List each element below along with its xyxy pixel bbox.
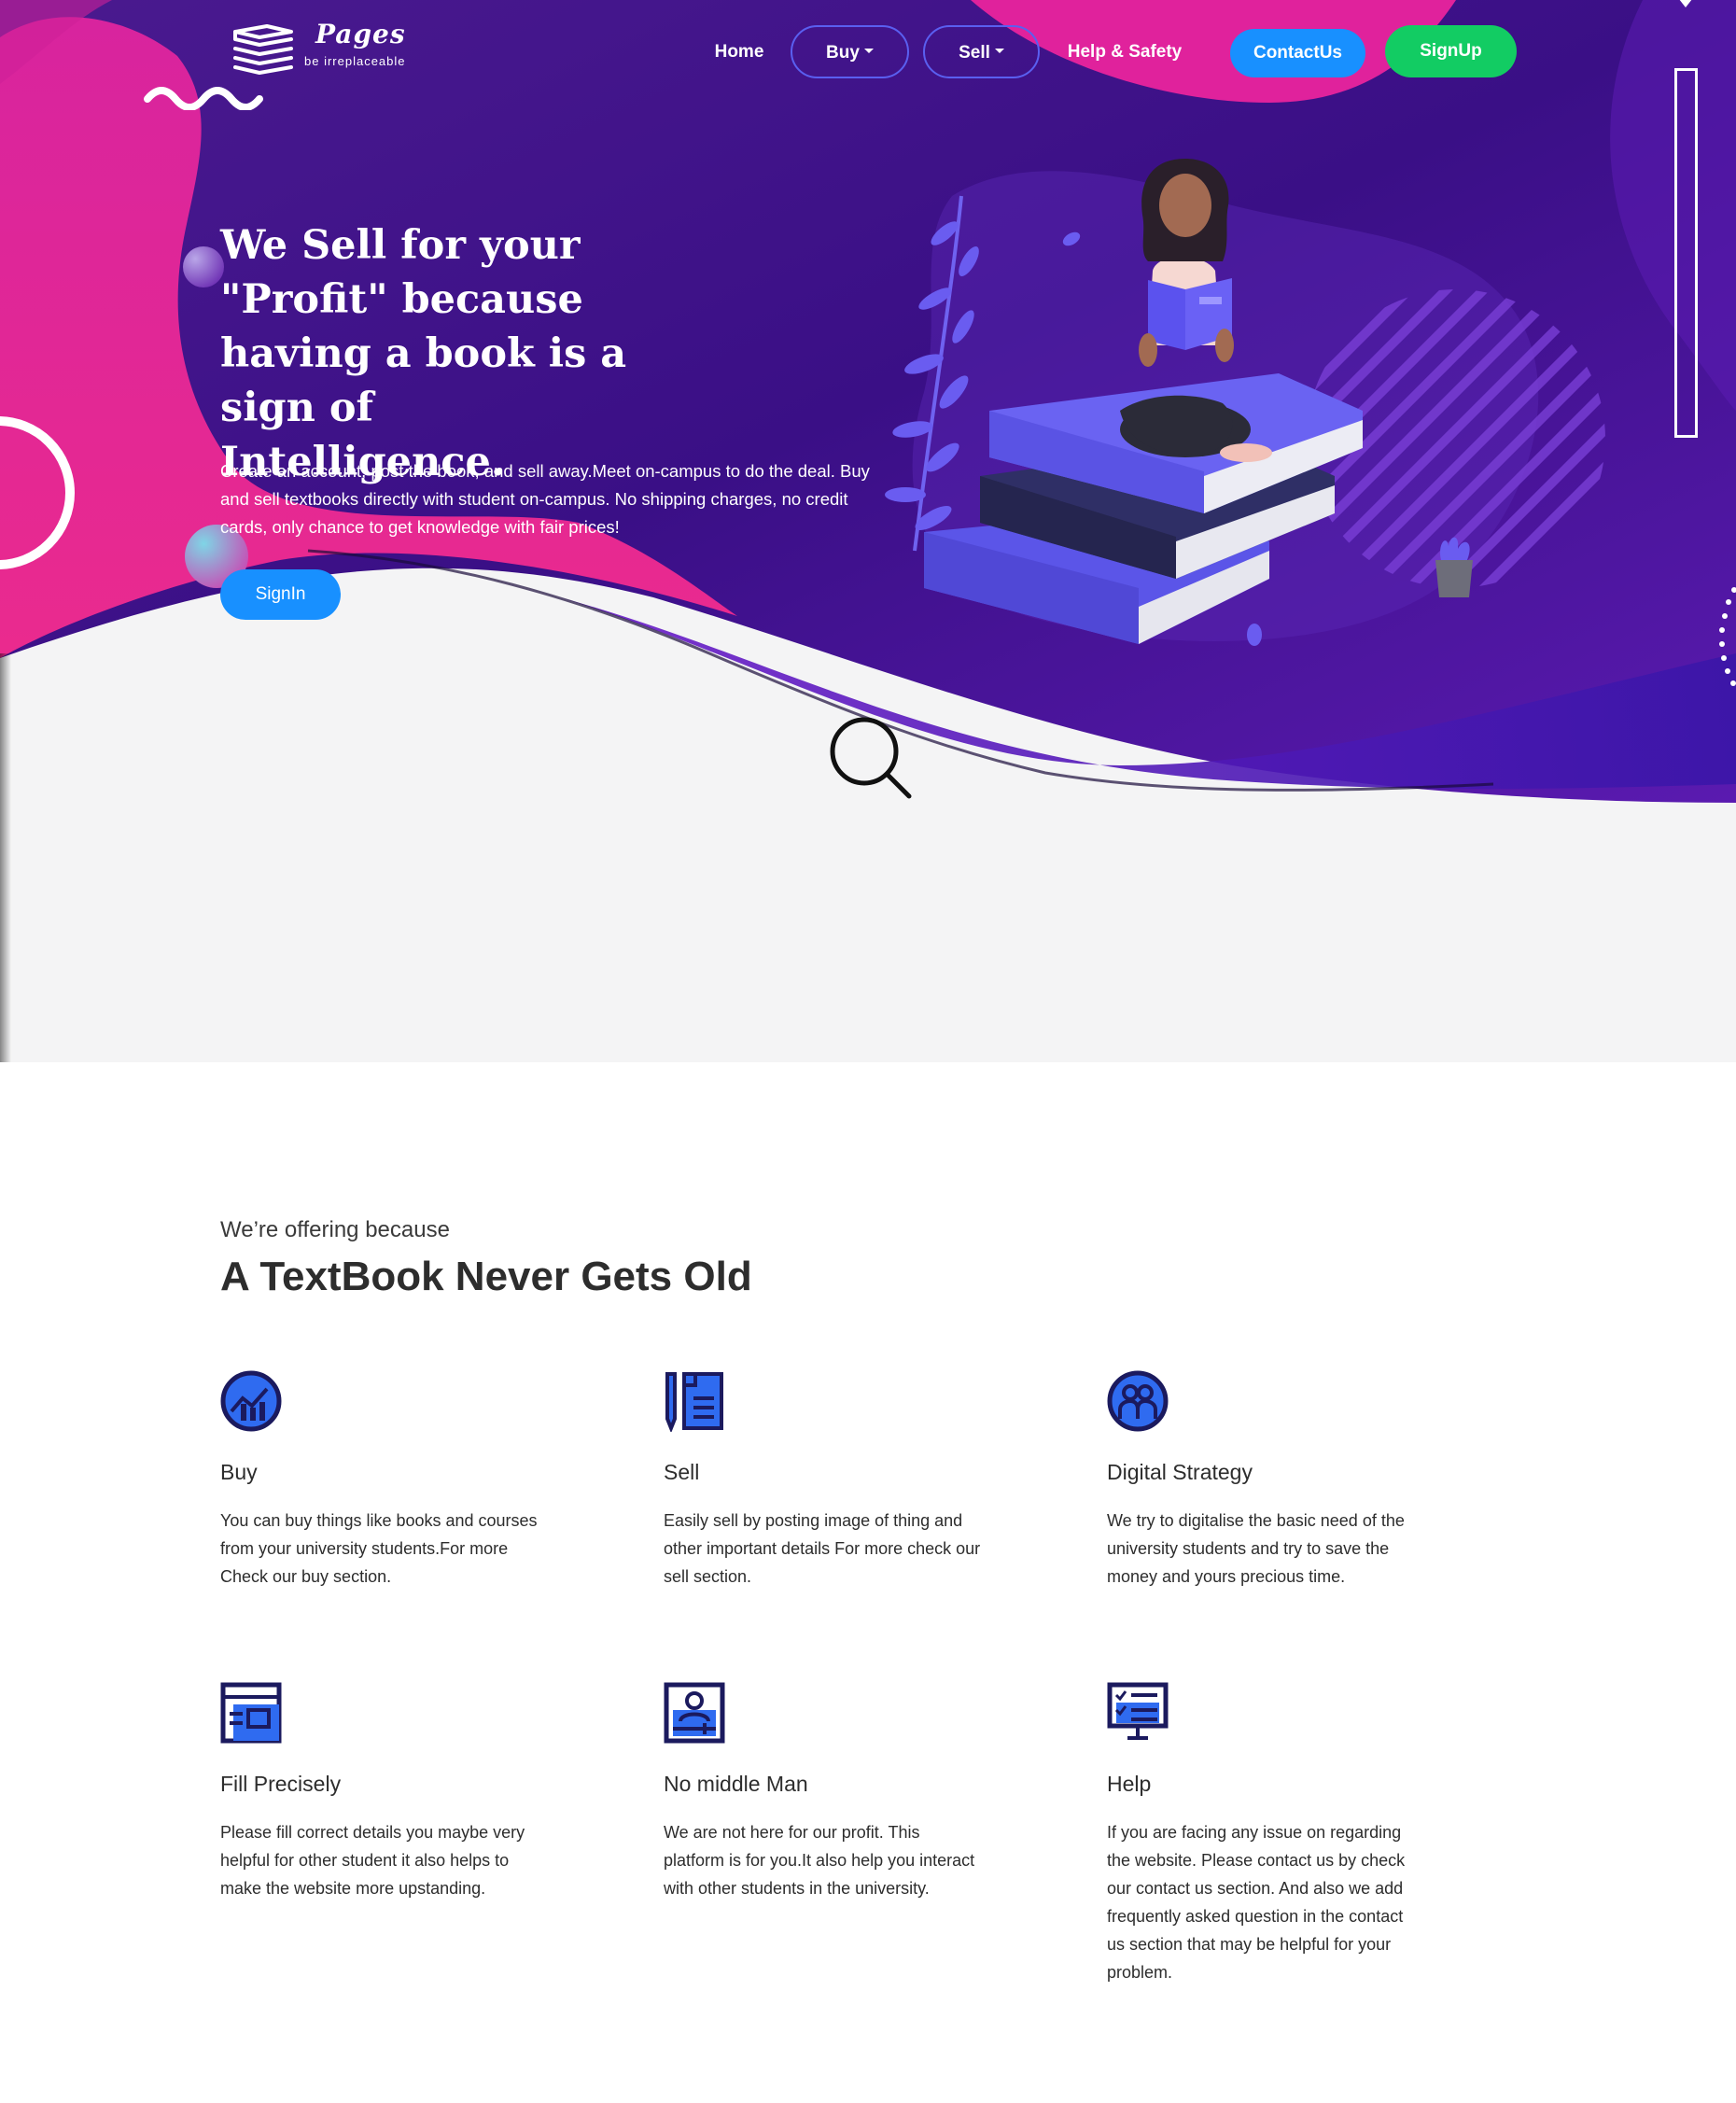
feature-text: Please fill correct details you maybe ve… <box>220 1823 525 1898</box>
monitor-checklist-icon <box>1107 1682 1169 1740</box>
hero-section: Pages be irreplaceable Home Buy Sell Hel… <box>0 0 1736 1062</box>
hero-headline: We Sell for your "Profit" because having… <box>220 222 627 485</box>
chart-up-icon <box>220 1370 282 1432</box>
left-edge-shadow <box>0 653 11 1062</box>
features-eyebrow: We’re offering because <box>220 1217 450 1242</box>
feature-card-sell: Sell Easily sell by posting image of thi… <box>664 1370 981 1641</box>
feature-title: Help <box>1107 1772 1152 1796</box>
feature-title: Digital Strategy <box>1107 1460 1253 1484</box>
nav-help-link[interactable]: Help & Safety <box>1064 25 1185 79</box>
feature-text: We try to digitalise the basic need of t… <box>1107 1511 1405 1586</box>
main-navigation: Home Buy Sell Help & Safety ContactUs Si… <box>0 25 1736 79</box>
caret-down-icon <box>994 49 1004 54</box>
features-section: We’re offering because A TextBook Never … <box>0 1062 1736 2103</box>
sign-in-button[interactable]: SignIn <box>220 569 341 620</box>
scroll-indicator[interactable] <box>1674 68 1698 438</box>
sign-up-button[interactable]: SignUp <box>1385 25 1517 77</box>
nav-sell-label: Sell <box>959 43 990 63</box>
caret-down-icon <box>863 49 874 54</box>
nav-buy-label: Buy <box>826 43 860 63</box>
feature-title: Buy <box>220 1460 258 1484</box>
feature-text: You can buy things like books and course… <box>220 1511 538 1586</box>
hero-lead-text: Create an account, post the book, and se… <box>220 461 870 537</box>
team-icon <box>1107 1370 1169 1432</box>
feature-card-digital-strategy: Digital Strategy We try to digitalise th… <box>1107 1370 1424 1641</box>
feature-card-help: Help If you are facing any issue on rega… <box>1107 1682 1424 1990</box>
browser-form-icon <box>220 1682 282 1744</box>
feature-card-no-middle-man: No middle Man We are not here for our pr… <box>664 1682 981 1943</box>
nav-home-link[interactable]: Home <box>711 25 767 79</box>
reading-woman-illustration <box>885 159 1473 646</box>
features-title: A TextBook Never Gets Old <box>220 1254 752 1299</box>
nav-buy-dropdown[interactable]: Buy <box>791 25 909 78</box>
feature-text: Easily sell by posting image of thing an… <box>664 1511 981 1586</box>
feature-title: No middle Man <box>664 1772 808 1796</box>
contact-us-button[interactable]: ContactUs <box>1230 29 1365 77</box>
search-icon[interactable] <box>829 716 913 800</box>
feature-card-buy: Buy You can buy things like books and co… <box>220 1370 538 1641</box>
chevron-down-icon <box>1679 0 1692 7</box>
user-profile-icon <box>664 1682 725 1744</box>
feature-card-fill-precisely: Fill Precisely Please fill correct detai… <box>220 1682 538 1943</box>
wave-decoration-icon <box>144 87 263 110</box>
feature-text: We are not here for our profit. This pla… <box>664 1823 975 1898</box>
nav-sell-dropdown[interactable]: Sell <box>923 25 1040 78</box>
feature-title: Sell <box>664 1460 700 1484</box>
feature-title: Fill Precisely <box>220 1772 342 1796</box>
document-pen-icon <box>665 1372 723 1432</box>
feature-text: If you are facing any issue on regarding… <box>1107 1823 1406 1982</box>
